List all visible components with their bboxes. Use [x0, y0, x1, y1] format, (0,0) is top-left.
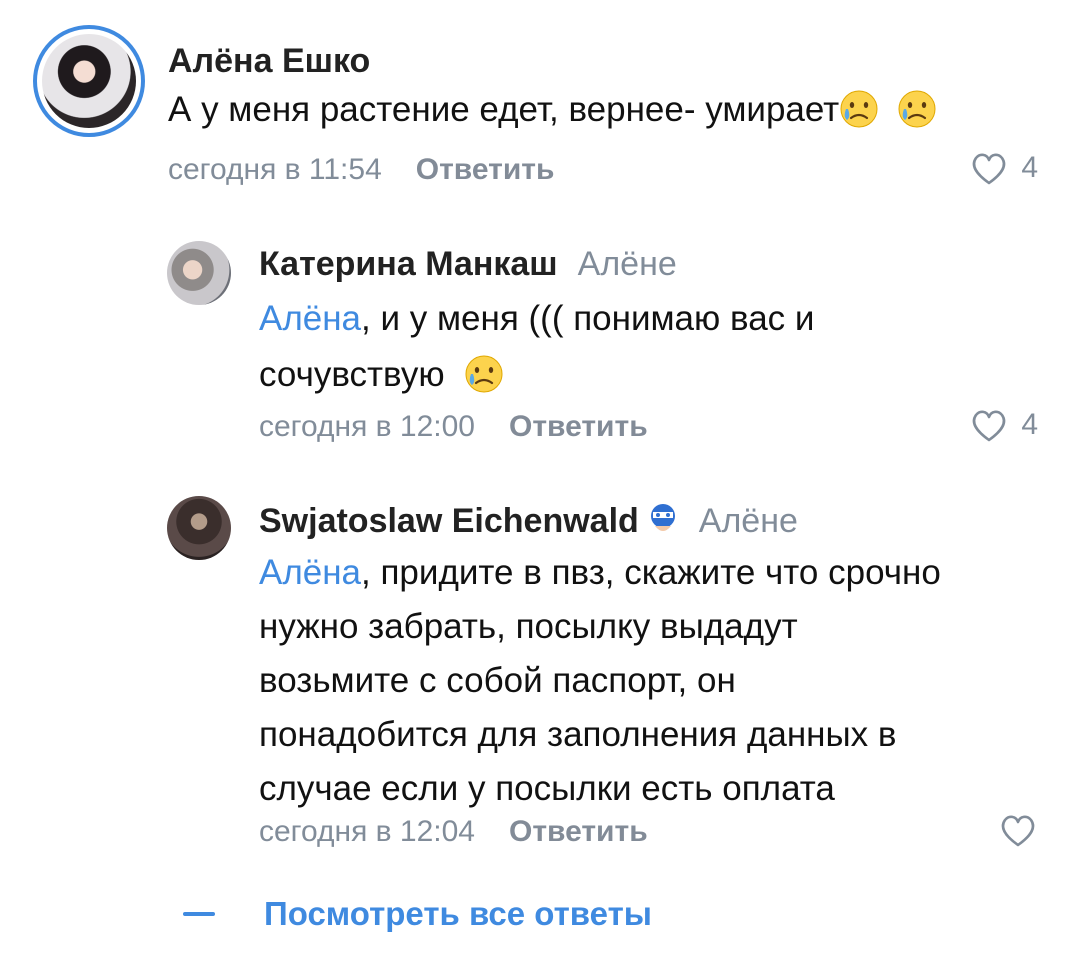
heart-outline-icon [972, 153, 1006, 185]
comment-text: А у меня растение едет, вернее- умирает [168, 82, 937, 138]
sad-face-icon [839, 89, 879, 129]
comment-meta: сегодня в 11:54 Ответить [168, 153, 554, 187]
heart-outline-icon [972, 410, 1006, 442]
captain-badge-icon [650, 504, 675, 531]
timestamp: сегодня в 11:54 [168, 153, 382, 186]
author-link[interactable]: Swjatoslaw Eichenwald [259, 502, 639, 540]
mention-link[interactable]: Алёна [259, 553, 361, 592]
like-button[interactable]: 4 [969, 405, 1038, 445]
reply-button[interactable]: Ответить [509, 815, 648, 848]
reply-button[interactable]: Ответить [509, 410, 648, 443]
comment-text: Алёна, придите в пвз, скажите что срочно… [259, 553, 941, 808]
collapse-dash-icon [183, 912, 215, 916]
author-name: Катерина Манкаш Алёне [259, 245, 677, 284]
avatar[interactable] [167, 496, 231, 560]
timestamp: сегодня в 12:00 [259, 410, 475, 443]
show-all-replies-label: Посмотреть все ответы [264, 895, 652, 932]
sad-face-icon [897, 89, 937, 129]
like-button[interactable] [998, 810, 1038, 850]
comment-text: Алёна, и у меня ((( понимаю вас и сочувс… [259, 299, 815, 394]
reply-to-label[interactable]: Алёне [699, 502, 798, 540]
like-count: 4 [1021, 151, 1038, 184]
mention-link[interactable]: Алёна [259, 299, 361, 338]
timestamp: сегодня в 12:04 [259, 815, 475, 848]
comment-meta: сегодня в 12:04 Ответить [259, 815, 648, 849]
comment-meta: сегодня в 12:00 Ответить [259, 410, 648, 444]
author-name[interactable]: Алёна Ешко [168, 42, 370, 81]
like-count: 4 [1021, 408, 1038, 441]
avatar[interactable] [167, 241, 231, 305]
like-button[interactable]: 4 [969, 148, 1038, 188]
crying-face-icon [464, 354, 504, 394]
avatar[interactable] [33, 25, 145, 137]
reply-button[interactable]: Ответить [416, 153, 555, 186]
show-all-replies-button[interactable]: Посмотреть все ответы [183, 895, 652, 933]
heart-outline-icon [1001, 815, 1035, 847]
reply-to-label[interactable]: Алёне [578, 245, 677, 283]
author-name: Swjatoslaw Eichenwald Алёне [259, 502, 798, 541]
author-link[interactable]: Катерина Манкаш [259, 245, 558, 283]
